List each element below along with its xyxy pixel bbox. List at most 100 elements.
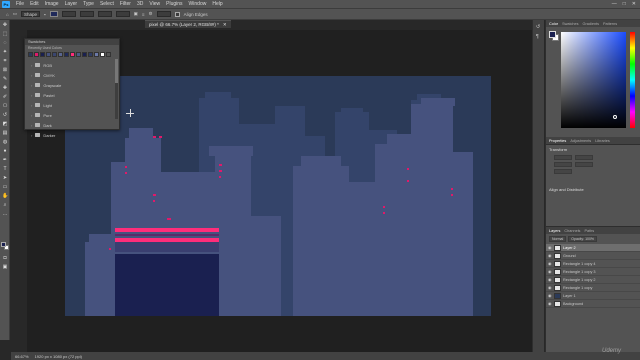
home-icon[interactable]: ⌂ — [6, 12, 9, 17]
screen-mode-icon[interactable]: ▣ — [2, 265, 8, 270]
maximize-icon[interactable]: □ — [623, 1, 626, 7]
hue-slider[interactable] — [630, 32, 635, 128]
recent-color-swatch[interactable] — [82, 52, 87, 57]
recent-color-swatch[interactable] — [94, 52, 99, 57]
visibility-eye-icon[interactable]: ◉ — [548, 301, 552, 306]
transform-angle-input[interactable] — [554, 169, 572, 174]
menu-view[interactable]: View — [146, 1, 163, 7]
recent-color-swatch[interactable] — [58, 52, 63, 57]
history-panel-icon[interactable]: ↺ — [536, 24, 541, 30]
menu-file[interactable]: File — [13, 1, 27, 7]
foreground-color-swatch[interactable] — [1, 242, 6, 247]
tab-layers[interactable]: Layers — [549, 229, 560, 233]
marquee-tool-icon[interactable]: ⬚ — [2, 32, 8, 37]
layer-row[interactable]: ◉ Rectangle 1 copy 4 — [546, 260, 640, 268]
rectangle-tool-icon[interactable]: ▭ — [2, 185, 8, 190]
type-tool-icon[interactable]: T — [2, 167, 8, 172]
path-ops-icon[interactable]: ▣ — [134, 11, 138, 17]
recent-color-swatch[interactable] — [100, 52, 105, 57]
color-foreground-swatch[interactable] — [549, 31, 556, 38]
menu-image[interactable]: Image — [42, 1, 62, 7]
recent-color-swatch[interactable] — [46, 52, 51, 57]
align-icon[interactable]: ≡ — [142, 12, 145, 17]
opacity-input[interactable]: Opacity: 100% — [568, 236, 598, 242]
tab-properties[interactable]: Properties — [549, 139, 566, 143]
visibility-eye-icon[interactable]: ◉ — [548, 269, 552, 274]
zoom-tool-icon[interactable]: ⌕ — [2, 203, 8, 208]
menu-type[interactable]: Type — [80, 1, 97, 7]
minimize-icon[interactable]: — — [612, 1, 617, 7]
transform-x-input[interactable] — [554, 162, 572, 167]
recent-color-swatch[interactable] — [52, 52, 57, 57]
menu-select[interactable]: Select — [97, 1, 117, 7]
move-tool-icon[interactable]: ✥ — [2, 23, 8, 28]
layer-row[interactable]: ◉ Layer 2 — [546, 244, 640, 252]
tab-libraries[interactable]: Libraries — [595, 139, 610, 143]
layer-row[interactable]: ◉ Ground — [546, 252, 640, 260]
height-input[interactable] — [115, 11, 130, 17]
menu-help[interactable]: Help — [209, 1, 225, 7]
transform-w-input[interactable] — [554, 155, 572, 160]
magic-wand-tool-icon[interactable]: ✦ — [2, 50, 8, 55]
swatch-folder[interactable]: › Dark — [25, 120, 119, 130]
crop-tool-icon[interactable]: ⌗ — [2, 59, 8, 64]
layer-row[interactable]: ◉ Rectangle 1 copy 2 — [546, 276, 640, 284]
tab-swatches[interactable]: Swatches — [562, 22, 578, 26]
menu-window[interactable]: Window — [186, 1, 210, 7]
visibility-eye-icon[interactable]: ◉ — [548, 293, 552, 298]
foreground-background-colors[interactable] — [1, 242, 9, 250]
close-tab-icon[interactable]: ✕ — [223, 22, 227, 28]
menu-3d[interactable]: 3D — [134, 1, 146, 7]
visibility-eye-icon[interactable]: ◉ — [548, 277, 552, 282]
visibility-eye-icon[interactable]: ◉ — [548, 285, 552, 290]
hand-tool-icon[interactable]: ✋ — [2, 194, 8, 199]
eraser-tool-icon[interactable]: ◩ — [2, 122, 8, 127]
transform-y-input[interactable] — [575, 162, 593, 167]
gradient-tool-icon[interactable]: ▤ — [2, 131, 8, 136]
close-icon[interactable]: ✕ — [632, 1, 636, 7]
tab-patterns[interactable]: Patterns — [603, 22, 617, 26]
pen-tool-icon[interactable]: ✒ — [2, 158, 8, 163]
menu-layer[interactable]: Layer — [62, 1, 81, 7]
menu-plugins[interactable]: Plugins — [163, 1, 185, 7]
fill-swatch[interactable] — [49, 11, 58, 17]
tab-paths[interactable]: Paths — [584, 229, 594, 233]
eyedropper-tool-icon[interactable]: ✎ — [2, 77, 8, 82]
tool-mode-select[interactable]: Shape — [20, 11, 40, 17]
shape-tool-icon[interactable]: ▭ — [13, 11, 17, 17]
swatch-folder[interactable]: › Light — [25, 100, 119, 110]
recent-color-swatch[interactable] — [64, 52, 69, 57]
tab-adjustments[interactable]: Adjustments — [570, 139, 591, 143]
paragraph-panel-icon[interactable]: ¶ — [536, 34, 541, 40]
recent-color-swatch[interactable] — [76, 52, 81, 57]
swatch-folder[interactable]: › RGB — [25, 60, 119, 70]
tab-gradients[interactable]: Gradients — [583, 22, 599, 26]
visibility-eye-icon[interactable]: ◉ — [548, 245, 552, 250]
transform-h-input[interactable] — [575, 155, 593, 160]
gear-icon[interactable]: ⚙ — [149, 11, 153, 17]
layer-row[interactable]: ◉ Rectangle 1 copy 3 — [546, 268, 640, 276]
stroke-select[interactable] — [61, 11, 76, 17]
frame-tool-icon[interactable]: ⊠ — [2, 68, 8, 73]
dodge-tool-icon[interactable]: ● — [2, 149, 8, 154]
visibility-eye-icon[interactable]: ◉ — [548, 261, 552, 266]
lasso-tool-icon[interactable]: ◌ — [2, 41, 8, 46]
layer-row[interactable]: ◉ Rectangle 1 copy — [546, 284, 640, 292]
history-brush-tool-icon[interactable]: ↺ — [2, 113, 8, 118]
swatch-folder[interactable]: › Grayscale — [25, 80, 119, 90]
tab-channels[interactable]: Channels — [564, 229, 580, 233]
layer-row[interactable]: ◉ Background — [546, 300, 640, 308]
tab-color[interactable]: Color — [549, 22, 558, 26]
layer-row[interactable]: ◉ Layer 1 — [546, 292, 640, 300]
menu-filter[interactable]: Filter — [117, 1, 134, 7]
swatches-scrollbar[interactable] — [115, 59, 118, 119]
path-select-tool-icon[interactable]: ➤ — [2, 176, 8, 181]
width-input[interactable] — [97, 11, 112, 17]
recent-color-swatch[interactable] — [34, 52, 39, 57]
visibility-eye-icon[interactable]: ◉ — [548, 253, 552, 258]
more-tools-icon[interactable]: … — [2, 212, 8, 217]
recent-color-swatch[interactable] — [28, 52, 33, 57]
document-tab[interactable]: pixel @ 66.7% (Layer 2, RGB/8#) * ✕ — [145, 20, 231, 28]
blur-tool-icon[interactable]: ◍ — [2, 140, 8, 145]
saturation-brightness-field[interactable] — [561, 32, 626, 128]
